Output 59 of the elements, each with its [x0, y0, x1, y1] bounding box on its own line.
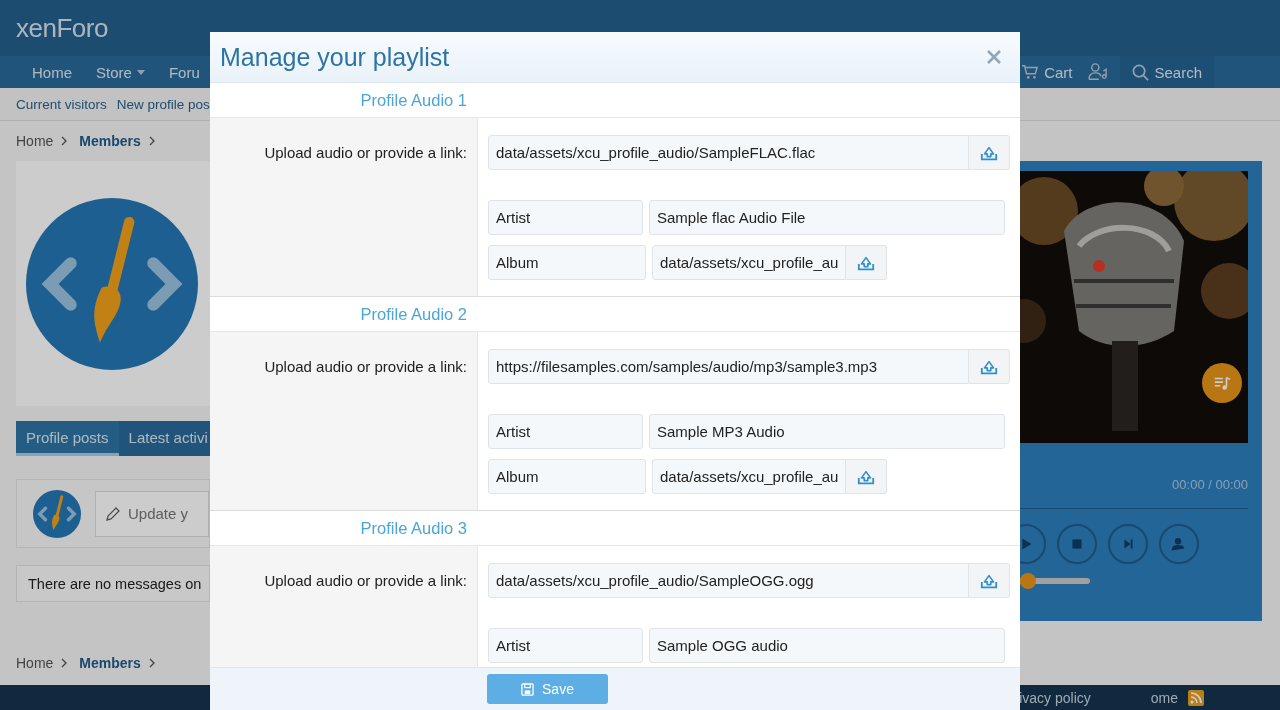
field-label: Upload audio or provide a link:: [264, 358, 467, 375]
link-field[interactable]: data/assets/xcu_profile_audio/SampleFLAC.flac: [488, 135, 969, 170]
breadcrumb-link[interactable]: Home: [16, 133, 54, 149]
next-button[interactable]: [1108, 524, 1148, 564]
artist-name-field[interactable]: Sample flac Audio File: [649, 200, 1005, 235]
link-field[interactable]: https://filesamples.com/samples/audio/mp3/sample3.mp3: [488, 349, 969, 384]
nav-tab[interactable]: Foru: [156, 56, 212, 88]
section-title: Profile Audio 3: [359, 518, 467, 538]
profile-button[interactable]: [1159, 524, 1199, 564]
search-icon: [1132, 63, 1150, 81]
chevron-icon: [148, 136, 155, 146]
artist-label-field[interactable]: Artist: [488, 414, 643, 449]
account-icon[interactable]: [1088, 63, 1109, 81]
footer-link[interactable]: ivacy policy: [1019, 689, 1091, 706]
artist-label-field[interactable]: Artist: [488, 628, 643, 663]
playlist-icon: [1213, 374, 1231, 392]
section-title: Profile Audio 1: [359, 90, 467, 110]
save-icon: [521, 682, 535, 696]
empty-message: There are no messages on: [16, 565, 210, 602]
artist-name-field[interactable]: Sample OGG audio: [649, 628, 1005, 663]
field-label: Upload audio or provide a link:: [264, 572, 467, 589]
user-avatar[interactable]: [33, 489, 81, 538]
stop-button[interactable]: [1057, 524, 1097, 564]
upload-button[interactable]: [969, 135, 1010, 170]
avatar-drawing[interactable]: [26, 197, 198, 370]
status-field[interactable]: Update y: [95, 490, 209, 537]
album-file-field[interactable]: data/assets/xcu_profile_au: [652, 245, 847, 280]
artist-label-field[interactable]: Artist: [488, 200, 643, 235]
upload-button[interactable]: [969, 563, 1010, 598]
link-field[interactable]: data/assets/xcu_profile_audio/SampleOGG.ogg: [488, 563, 969, 598]
sub-nav-link[interactable]: Current visitors: [16, 96, 107, 112]
breadcrumb-link[interactable]: Members: [79, 655, 141, 671]
chevron-icon: [61, 136, 68, 146]
upload-button[interactable]: [969, 349, 1010, 384]
pencil-icon: [105, 505, 121, 522]
cart-icon: [1021, 64, 1040, 80]
album-label-field[interactable]: Album: [488, 245, 646, 280]
sub-nav-link[interactable]: New profile pos: [116, 96, 210, 112]
dialog-title: Manage your playlist: [220, 42, 450, 72]
album-file-field[interactable]: data/assets/xcu_profile_au: [652, 459, 847, 494]
profile-tab[interactable]: Profile posts: [16, 421, 119, 456]
artist-name-field[interactable]: Sample MP3 Audio: [649, 414, 1005, 449]
nav-tab[interactable]: Home: [20, 56, 84, 88]
breadcrumb-link[interactable]: Members: [79, 133, 141, 149]
breadcrumb-link[interactable]: Home: [16, 655, 54, 671]
chevron-icon: [148, 658, 155, 668]
album-label-field[interactable]: Album: [488, 459, 646, 494]
chevron-icon: [61, 658, 68, 668]
section-title: Profile Audio 2: [359, 304, 467, 324]
field-label: Upload audio or provide a link:: [264, 144, 467, 161]
upload-button[interactable]: [846, 245, 888, 280]
nav-tab[interactable]: Store: [84, 56, 157, 88]
footer-link[interactable]: ome: [1150, 689, 1178, 706]
site-logo[interactable]: xenForo: [16, 12, 108, 44]
search-button[interactable]: Search: [1120, 56, 1214, 88]
close-icon[interactable]: [986, 49, 1002, 65]
rss-icon[interactable]: [1188, 689, 1204, 706]
cart-link[interactable]: Cart: [1013, 56, 1081, 88]
upload-button[interactable]: [846, 459, 888, 494]
